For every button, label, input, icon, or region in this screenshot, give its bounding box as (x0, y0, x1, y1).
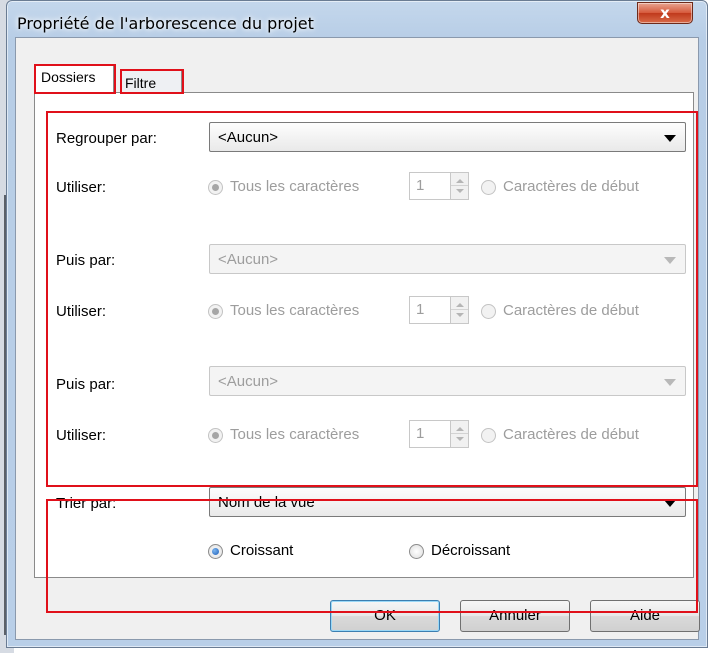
radio-debut-3[interactable] (481, 428, 496, 443)
radio-debut-2-label: Caractères de début (503, 302, 639, 319)
chevron-down-icon (664, 379, 676, 386)
trier-label: Trier par: (56, 495, 117, 512)
regrouper-select[interactable]: <Aucun> (209, 122, 686, 152)
radio-debut-1[interactable] (481, 180, 496, 195)
annuler-button[interactable]: Annuler (460, 600, 570, 632)
spinner-debut-1[interactable]: 1 (409, 172, 469, 200)
arrow-down-icon (456, 313, 464, 317)
dialog-client-area: Dossiers Filtre Regrouper par: <Aucun> U… (15, 37, 700, 640)
chevron-down-icon (664, 257, 676, 264)
trier-select[interactable]: Nom de la vue (209, 487, 686, 517)
puis-1-value: <Aucun> (218, 251, 279, 268)
puis-label-1: Puis par: (56, 252, 116, 269)
arrow-down-icon (456, 437, 464, 441)
close-button[interactable]: x (637, 2, 693, 24)
arrow-up-icon (456, 427, 464, 431)
regrouper-label: Regrouper par: (56, 130, 157, 147)
radio-debut-3-label: Caractères de début (503, 426, 639, 443)
window-title: Propriété de l'arborescence du projet (17, 14, 314, 33)
spinner-debut-3[interactable]: 1 (409, 420, 469, 448)
radio-debut-1-label: Caractères de début (503, 178, 639, 195)
tab-dossiers-label: Dossiers (41, 69, 96, 85)
radio-tous-1[interactable] (208, 180, 223, 195)
utiliser-label-1: Utiliser: (56, 179, 107, 196)
dialog-window: Propriété de l'arborescence du projet x … (6, 0, 708, 648)
radio-tous-2[interactable] (208, 304, 223, 319)
spinner-buttons[interactable] (450, 173, 468, 199)
radio-tous-3[interactable] (208, 428, 223, 443)
radio-tous-1-label: Tous les caractères (230, 178, 360, 195)
radio-croissant-label: Croissant (230, 542, 294, 559)
tab-filtre-label: Filtre (125, 75, 157, 91)
tab-dossiers[interactable]: Dossiers (34, 64, 114, 92)
radio-decroissant[interactable] (409, 544, 424, 559)
title-bar[interactable]: Propriété de l'arborescence du projet x (7, 1, 707, 39)
aide-button[interactable]: Aide (590, 600, 700, 632)
puis-select-2[interactable]: <Aucun> (209, 366, 686, 396)
spinner-value: 1 (416, 301, 425, 318)
spinner-buttons[interactable] (450, 421, 468, 447)
utiliser-label-2: Utiliser: (56, 303, 107, 320)
spinner-debut-2[interactable]: 1 (409, 296, 469, 324)
regrouper-value: <Aucun> (218, 129, 279, 146)
puis-select-1[interactable]: <Aucun> (209, 244, 686, 274)
radio-tous-2-label: Tous les caractères (230, 302, 360, 319)
spinner-value: 1 (416, 177, 425, 194)
chevron-down-icon (664, 135, 676, 142)
radio-debut-2[interactable] (481, 304, 496, 319)
radio-decroissant-label: Décroissant (431, 542, 511, 559)
arrow-up-icon (456, 179, 464, 183)
spinner-value: 1 (416, 425, 425, 442)
utiliser-label-3: Utiliser: (56, 427, 107, 444)
radio-croissant[interactable] (208, 544, 223, 559)
tab-filtre[interactable]: Filtre (120, 70, 182, 92)
close-icon: x (660, 4, 670, 22)
puis-2-value: <Aucun> (218, 373, 279, 390)
trier-value: Nom de la vue (218, 494, 315, 511)
arrow-down-icon (456, 189, 464, 193)
puis-label-2: Puis par: (56, 376, 116, 393)
chevron-down-icon (664, 500, 676, 507)
spinner-buttons[interactable] (450, 297, 468, 323)
ok-button[interactable]: OK (330, 600, 440, 632)
radio-tous-3-label: Tous les caractères (230, 426, 360, 443)
arrow-up-icon (456, 303, 464, 307)
